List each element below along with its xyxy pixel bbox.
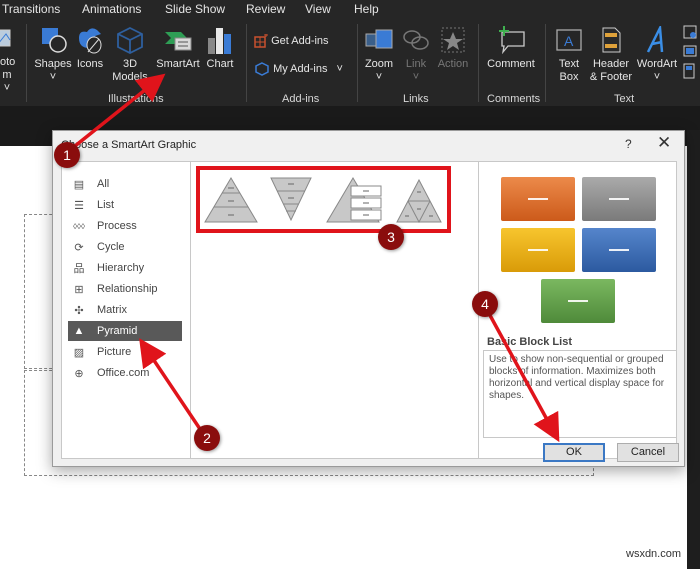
annotation-arrows (68, 73, 560, 443)
arrow-to-smartart (68, 73, 166, 152)
arrow-to-ok (484, 307, 560, 443)
step-badge-4: 4 (472, 291, 498, 317)
arrow-to-pyramid (139, 338, 204, 433)
step-badge-1: 1 (54, 142, 80, 168)
step-badge-3: 3 (378, 224, 404, 250)
watermark: wsxdn.com (626, 548, 682, 560)
step-badge-2: 2 (194, 425, 220, 451)
